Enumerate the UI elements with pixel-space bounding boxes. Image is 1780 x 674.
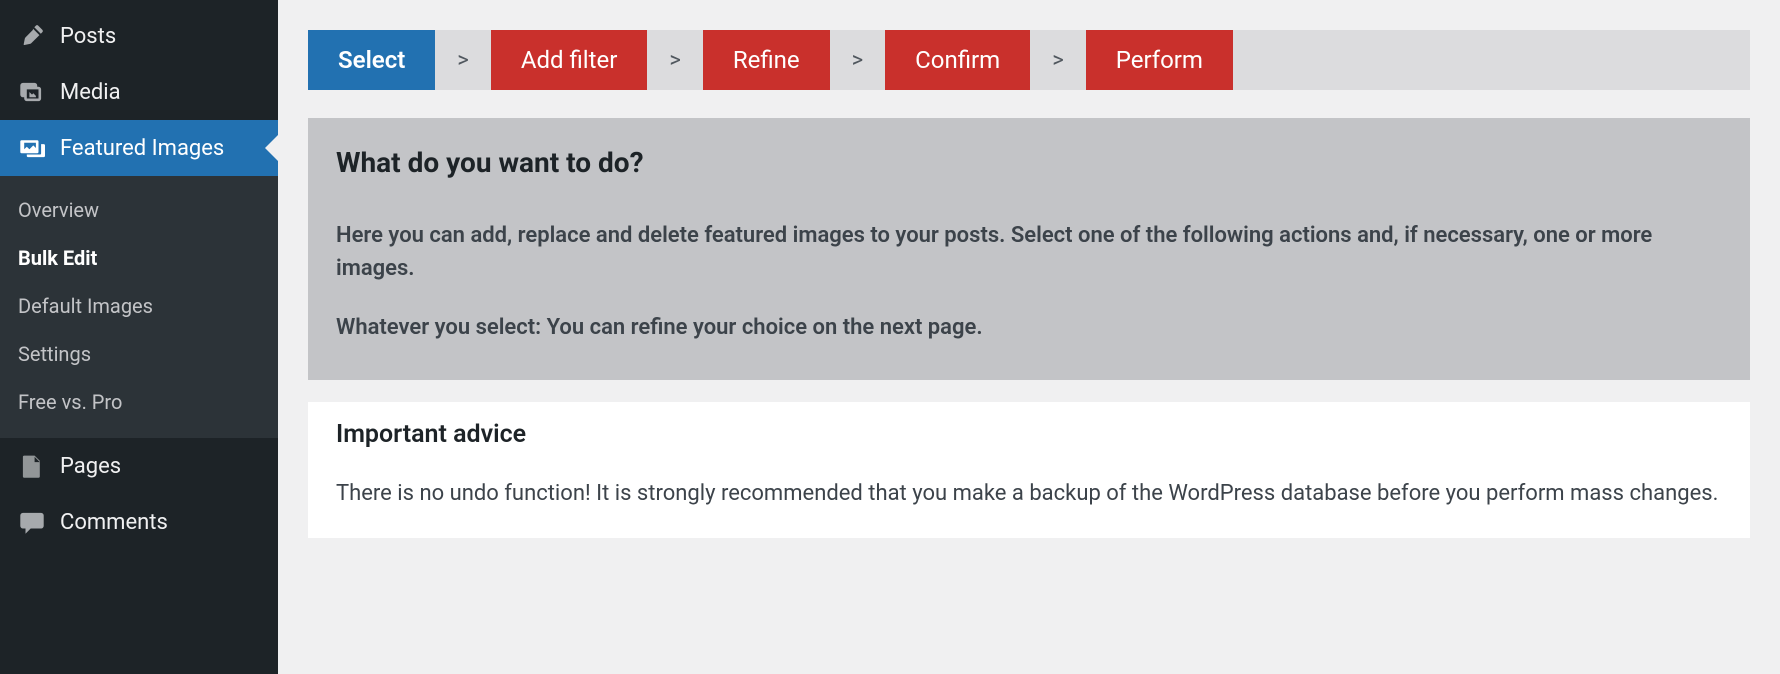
media-icon [18,78,46,106]
submenu-item-default-images[interactable]: Default Images [0,282,278,330]
submenu-item-settings[interactable]: Settings [0,330,278,378]
panel-description-2: Whatever you select: You can refine your… [336,311,1722,344]
menu-label: Featured Images [60,136,224,161]
submenu-item-free-vs-pro[interactable]: Free vs. Pro [0,378,278,426]
step-select[interactable]: Select [308,30,435,90]
menu-item-comments[interactable]: Comments [0,494,278,550]
menu-item-featured-images[interactable]: Featured Images [0,120,278,176]
app-root: Posts Media Featured Images Overview Bul… [0,0,1780,674]
pin-icon [18,22,46,50]
panel-heading: What do you want to do? [336,146,1722,179]
advice-heading: Important advice [336,402,1722,449]
step-separator: > [830,48,886,73]
wizard-steps: Select > Add filter > Refine > Confirm >… [308,30,1750,90]
submenu-item-bulk-edit[interactable]: Bulk Edit [0,234,278,282]
menu-label: Comments [60,510,168,535]
admin-sidebar: Posts Media Featured Images Overview Bul… [0,0,278,674]
step-confirm[interactable]: Confirm [885,30,1030,90]
submenu-item-overview[interactable]: Overview [0,186,278,234]
comments-icon [18,508,46,536]
images-icon [18,134,46,162]
menu-label: Pages [60,454,121,479]
step-add-filter[interactable]: Add filter [491,30,648,90]
step-separator: > [647,48,703,73]
main-content: Select > Add filter > Refine > Confirm >… [278,0,1780,674]
intro-panel: What do you want to do? Here you can add… [308,118,1750,380]
menu-item-pages[interactable]: Pages [0,438,278,494]
menu-item-posts[interactable]: Posts [0,8,278,64]
step-separator: > [1030,48,1086,73]
panel-description-1: Here you can add, replace and delete fea… [336,219,1722,285]
step-perform[interactable]: Perform [1086,30,1233,90]
advice-panel: Important advice There is no undo functi… [308,402,1750,538]
step-refine[interactable]: Refine [703,30,830,90]
step-separator: > [435,48,491,73]
menu-item-media[interactable]: Media [0,64,278,120]
pages-icon [18,452,46,480]
menu-label: Media [60,80,121,105]
menu-label: Posts [60,24,116,49]
advice-body: There is no undo function! It is strongl… [336,477,1722,510]
submenu-featured-images: Overview Bulk Edit Default Images Settin… [0,176,278,438]
